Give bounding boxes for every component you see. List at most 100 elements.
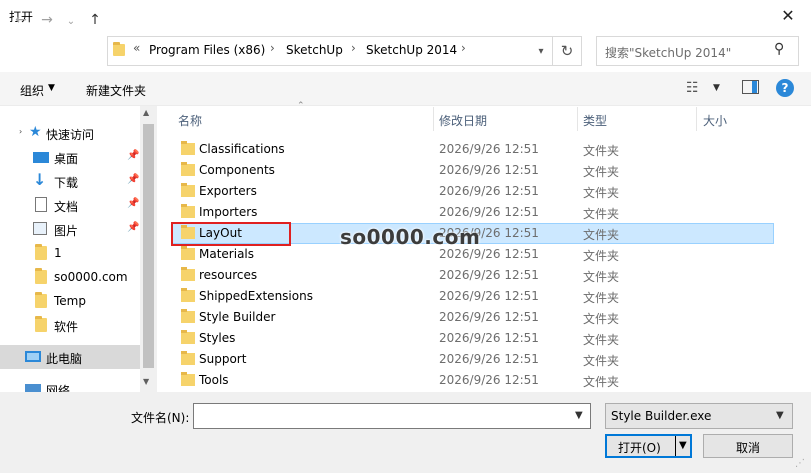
sidebar-item-network[interactable]: 网络 [0, 376, 140, 392]
file-date: 2026/9/26 12:51 [439, 247, 539, 261]
file-name: Components [199, 163, 275, 177]
chevron-down-icon: ▾ [538, 45, 544, 57]
file-date: 2026/9/26 12:51 [439, 268, 539, 282]
file-row[interactable]: resources 2026/9/26 12:51 文件夹 [172, 265, 774, 286]
view-options-icon[interactable]: ☷ [686, 80, 699, 96]
breadcrumb-item[interactable]: Program Files (x86) [149, 43, 265, 57]
refresh-button[interactable]: ↻ [552, 37, 581, 65]
file-row[interactable]: Importers 2026/9/26 12:51 文件夹 [172, 202, 774, 223]
column-divider[interactable] [577, 107, 578, 131]
address-history-button[interactable]: ▾ [532, 37, 550, 65]
sidebar-item-downloads[interactable]: ↓ 下载 📌 [0, 169, 140, 193]
folder-icon [181, 351, 195, 365]
pin-icon: 📌 [127, 150, 140, 161]
navigation-pane: › ★ 快速访问 桌面 📌 ↓ 下载 📌 文档 📌 图片 📌 1 so0000.… [0, 106, 157, 392]
column-header-type[interactable]: 类型 [583, 112, 607, 129]
column-divider[interactable] [433, 107, 434, 131]
split-divider [675, 436, 676, 456]
open-button-label: 打开(O) [618, 441, 661, 455]
folder-icon [35, 268, 47, 284]
chevron-down-icon: ⌄ [66, 16, 76, 27]
scroll-up-arrow-icon[interactable]: ▲ [143, 108, 149, 117]
sidebar-item-folder[interactable]: 软件 [0, 313, 140, 337]
sidebar-item-pictures[interactable]: 图片 📌 [0, 217, 140, 241]
up-button[interactable]: ↑ [86, 12, 104, 28]
file-row[interactable]: Support 2026/9/26 12:51 文件夹 [172, 349, 774, 370]
open-options-arrow-icon[interactable]: ▼ [679, 440, 687, 451]
column-header-size[interactable]: 大小 [703, 112, 727, 129]
close-button[interactable]: ✕ [765, 0, 811, 31]
view-dropdown-arrow[interactable]: ▼ [713, 83, 720, 93]
back-arrow-icon: ← [15, 12, 27, 28]
sidebar-item-label: 文档 [54, 200, 79, 214]
file-row[interactable]: Exporters 2026/9/26 12:51 文件夹 [172, 181, 774, 202]
sidebar-item-documents[interactable]: 文档 📌 [0, 193, 140, 217]
sidebar-item-folder[interactable]: Temp [0, 289, 140, 313]
star-icon: ★ [29, 124, 42, 140]
document-icon [35, 197, 47, 212]
organize-button[interactable]: 组织 [20, 82, 44, 99]
file-row[interactable]: Style Builder 2026/9/26 12:51 文件夹 [172, 307, 774, 328]
sidebar-item-this-pc[interactable]: 此电脑 [0, 345, 140, 369]
back-button[interactable]: ← [12, 12, 30, 28]
sidebar-item-label: so0000.com [54, 270, 128, 284]
file-row[interactable]: Components 2026/9/26 12:51 文件夹 [172, 160, 774, 181]
column-divider[interactable] [696, 107, 697, 131]
file-name: ShippedExtensions [199, 289, 313, 303]
file-date: 2026/9/26 12:51 [439, 289, 539, 303]
recent-locations-button[interactable]: ⌄ [62, 14, 80, 30]
sidebar-item-label: Temp [54, 294, 86, 308]
file-name: Styles [199, 331, 236, 345]
up-arrow-icon: ↑ [89, 12, 101, 28]
file-row[interactable]: Tools 2026/9/26 12:51 文件夹 [172, 370, 774, 391]
sidebar-item-label: 此电脑 [46, 352, 83, 366]
file-date: 2026/9/26 12:51 [439, 142, 539, 156]
column-header-name[interactable]: 名称 [178, 112, 202, 129]
file-type: 文件夹 [583, 312, 620, 326]
breadcrumb-item[interactable]: SketchUp [286, 43, 343, 57]
sidebar-item-folder[interactable]: so0000.com [0, 265, 140, 289]
file-date: 2026/9/26 12:51 [439, 331, 539, 345]
file-type: 文件夹 [583, 144, 620, 158]
cancel-button-label: 取消 [736, 441, 761, 455]
sidebar-item-folder[interactable]: 1 [0, 241, 140, 265]
search-placeholder: 搜索"SketchUp 2014" [605, 46, 732, 60]
sidebar-item-desktop[interactable]: 桌面 📌 [0, 145, 140, 169]
breadcrumb-overflow[interactable]: « [133, 41, 140, 55]
sidebar-scrollbar-thumb[interactable] [143, 124, 154, 368]
new-folder-button[interactable]: 新建文件夹 [86, 82, 146, 99]
file-date: 2026/9/26 12:51 [439, 163, 539, 177]
file-row[interactable]: Classifications 2026/9/26 12:51 文件夹 [172, 139, 774, 160]
file-type: 文件夹 [583, 249, 620, 263]
help-icon[interactable]: ? [776, 79, 794, 97]
sidebar-item-label: 网络 [46, 384, 71, 392]
file-name: Materials [199, 247, 255, 261]
forward-button[interactable]: → [38, 12, 56, 28]
preview-pane-indicator [752, 81, 757, 93]
chevron-down-icon: ▼ [48, 83, 55, 93]
column-header-date[interactable]: 修改日期 [439, 112, 487, 129]
sidebar-item-quick-access[interactable]: › ★ 快速访问 [0, 121, 140, 145]
breadcrumb-separator[interactable]: › [351, 41, 356, 55]
sidebar-item-label: 1 [54, 246, 62, 260]
sidebar-item-label: 快速访问 [46, 128, 95, 142]
breadcrumb-separator[interactable]: › [461, 41, 466, 55]
file-row[interactable]: Styles 2026/9/26 12:51 文件夹 [172, 328, 774, 349]
resize-grip-icon[interactable]: ⋰ [795, 458, 805, 469]
search-icon: ⚲ [774, 41, 785, 57]
file-row[interactable]: ShippedExtensions 2026/9/26 12:51 文件夹 [172, 286, 774, 307]
chevron-down-icon[interactable]: ▼ [575, 410, 583, 421]
scroll-down-arrow-icon[interactable]: ▼ [143, 377, 149, 386]
file-type: 文件夹 [583, 165, 620, 179]
breadcrumb-item[interactable]: SketchUp 2014 [366, 43, 457, 57]
download-icon: ↓ [33, 170, 47, 189]
pin-icon: 📌 [127, 174, 140, 185]
folder-icon [181, 288, 195, 302]
file-date: 2026/9/26 12:51 [439, 310, 539, 324]
sidebar-item-label: 下载 [54, 176, 79, 190]
title-bar [0, 0, 811, 31]
filename-input[interactable] [193, 403, 591, 429]
breadcrumb-separator[interactable]: › [270, 41, 275, 55]
folder-icon [181, 267, 195, 281]
expand-arrow-icon[interactable]: › [19, 127, 22, 136]
